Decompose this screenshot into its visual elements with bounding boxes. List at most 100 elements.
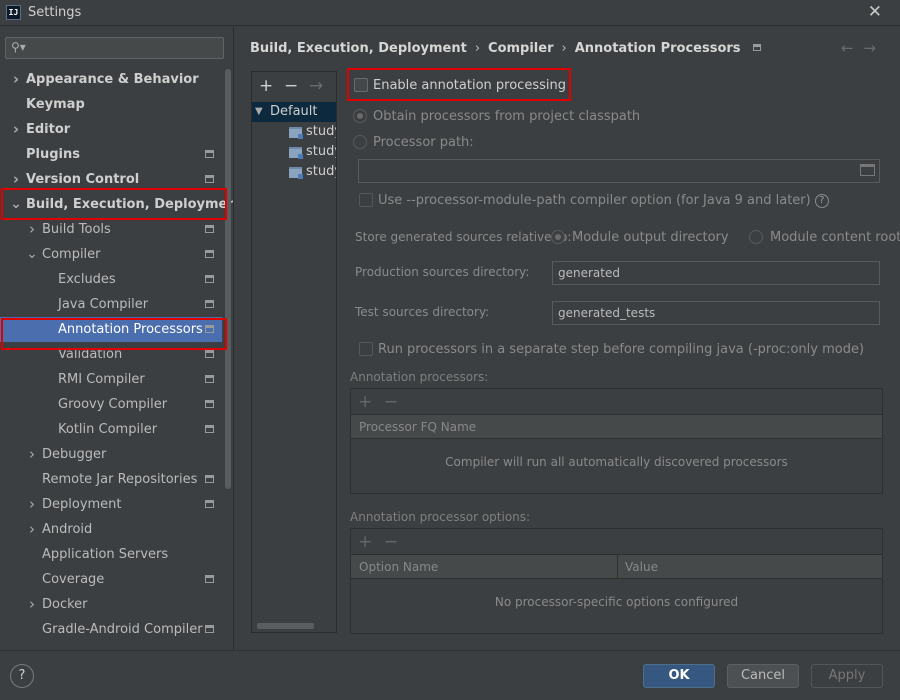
sidebar-item-label: Deployment bbox=[42, 497, 122, 512]
move-to-profile-icon[interactable]: → bbox=[309, 76, 323, 96]
breadcrumb-item[interactable]: Compiler bbox=[488, 41, 553, 56]
sidebar-item-plugins[interactable]: Plugins bbox=[0, 142, 222, 167]
column-value[interactable]: Value bbox=[625, 555, 658, 579]
chevron-right-icon[interactable]: › bbox=[26, 517, 38, 542]
test-dir-input[interactable]: generated_tests bbox=[552, 301, 880, 325]
chevron-right-icon[interactable]: › bbox=[26, 442, 38, 467]
processor-path-radio[interactable] bbox=[353, 135, 367, 149]
processor-options-table: + − Option Name Value No processor-speci… bbox=[350, 528, 883, 634]
sidebar-item-deployment[interactable]: › Deployment bbox=[0, 492, 222, 517]
chevron-right-icon[interactable]: › bbox=[26, 217, 38, 242]
add-profile-icon[interactable]: + bbox=[259, 76, 273, 96]
remove-icon[interactable]: − bbox=[384, 532, 398, 552]
apply-button[interactable]: Apply bbox=[811, 664, 883, 688]
sidebar-item-excludes[interactable]: Excludes bbox=[0, 267, 222, 292]
separate-step-label: Run processors in a separate step before… bbox=[378, 342, 865, 357]
sidebar-item-kotlin-compiler[interactable]: Kotlin Compiler bbox=[0, 417, 222, 442]
profile-module-item[interactable]: study bbox=[252, 162, 336, 182]
separate-step-checkbox[interactable] bbox=[359, 342, 373, 356]
sidebar-item-label: Build Tools bbox=[42, 222, 111, 237]
column-divider[interactable] bbox=[617, 555, 618, 578]
project-scope-icon bbox=[205, 575, 214, 583]
sidebar-item-rmi-compiler[interactable]: RMI Compiler bbox=[0, 367, 222, 392]
back-arrow-icon[interactable]: ← bbox=[841, 39, 864, 57]
cancel-button[interactable]: Cancel bbox=[727, 664, 799, 688]
forward-arrow-icon[interactable]: → bbox=[863, 39, 886, 57]
sidebar-item-java-compiler[interactable]: Java Compiler bbox=[0, 292, 222, 317]
sidebar-item-groovy-compiler[interactable]: Groovy Compiler bbox=[0, 392, 222, 417]
sidebar-item-annotation-processors[interactable]: Annotation Processors bbox=[0, 317, 222, 342]
sidebar-item-label: Debugger bbox=[42, 447, 107, 462]
project-scope-icon bbox=[205, 250, 214, 258]
close-icon[interactable]: ✕ bbox=[868, 2, 882, 22]
module-content-radio[interactable] bbox=[749, 230, 763, 244]
sidebar-item-application-servers[interactable]: Application Servers bbox=[0, 542, 222, 567]
sidebar-item-validation[interactable]: Validation bbox=[0, 342, 222, 367]
project-scope-icon bbox=[205, 375, 214, 383]
search-input[interactable]: ⚲▾ bbox=[5, 37, 224, 59]
processor-module-path-checkbox[interactable] bbox=[359, 193, 373, 207]
sidebar-item-gradle-android-compiler[interactable]: Gradle-Android Compiler bbox=[0, 617, 222, 642]
test-dir-label: Test sources directory: bbox=[355, 305, 490, 319]
folder-icon[interactable] bbox=[860, 164, 875, 176]
sidebar-item-editor[interactable]: › Editor bbox=[0, 117, 222, 142]
project-scope-icon bbox=[205, 425, 214, 433]
sidebar-item-label: Docker bbox=[42, 597, 88, 612]
chevron-right-icon[interactable]: › bbox=[10, 167, 22, 192]
chevron-down-icon[interactable]: ⌄ bbox=[26, 242, 38, 267]
sidebar-item-docker[interactable]: › Docker bbox=[0, 592, 222, 617]
sidebar-item-keymap[interactable]: Keymap bbox=[0, 92, 222, 117]
sidebar-item-label: Android bbox=[42, 522, 93, 537]
sidebar-item-coverage[interactable]: Coverage bbox=[0, 567, 222, 592]
settings-sidebar: ⚲▾ › Appearance & Behavior Keymap › Editor Pl… bbox=[0, 27, 243, 650]
sidebar-item-remote-jar-repositories[interactable]: Remote Jar Repositories bbox=[0, 467, 222, 492]
profile-module-item[interactable]: study bbox=[252, 142, 336, 162]
module-output-radio[interactable] bbox=[551, 230, 565, 244]
chevron-right-icon[interactable]: › bbox=[26, 492, 38, 517]
sidebar-item-build-tools[interactable]: › Build Tools bbox=[0, 217, 222, 242]
add-icon[interactable]: + bbox=[358, 392, 372, 412]
sidebar-item-label: RMI Compiler bbox=[58, 372, 145, 387]
sidebar-item-android[interactable]: › Android bbox=[0, 517, 222, 542]
project-scope-icon bbox=[205, 300, 214, 308]
profile-module-label: study bbox=[306, 124, 336, 139]
sidebar-item-label: Java Compiler bbox=[58, 297, 149, 312]
chevron-right-icon[interactable]: › bbox=[10, 117, 22, 142]
profile-default[interactable]: ▼ Default bbox=[252, 102, 336, 122]
profile-module-item[interactable]: study bbox=[252, 122, 336, 142]
enable-annotation-processing-label[interactable]: Enable annotation processing bbox=[373, 78, 566, 93]
remove-icon[interactable]: − bbox=[384, 392, 398, 412]
sidebar-item-appearance-behavior[interactable]: › Appearance & Behavior bbox=[0, 67, 222, 92]
help-button[interactable]: ? bbox=[10, 664, 34, 688]
add-icon[interactable]: + bbox=[358, 532, 372, 552]
chevron-right-icon[interactable]: › bbox=[10, 67, 22, 92]
sidebar-scrollbar[interactable] bbox=[225, 69, 231, 489]
help-icon[interactable]: ? bbox=[814, 194, 829, 208]
module-folder-icon bbox=[289, 127, 303, 139]
ok-button[interactable]: OK bbox=[643, 664, 715, 688]
chevron-down-icon[interactable]: ⌄ bbox=[10, 192, 22, 217]
processor-path-input[interactable] bbox=[358, 159, 880, 183]
sidebar-item-debugger[interactable]: › Debugger bbox=[0, 442, 222, 467]
sidebar-item-label: Plugins bbox=[26, 147, 80, 162]
sidebar-item-version-control[interactable]: › Version Control bbox=[0, 167, 222, 192]
sidebar-item-build-execution-deployment[interactable]: ⌄ Build, Execution, Deployment bbox=[0, 192, 243, 217]
annotation-processors-title: Annotation processors: bbox=[350, 370, 489, 384]
project-scope-icon bbox=[205, 150, 214, 158]
sidebar-item-label: Compiler bbox=[42, 247, 101, 262]
profiles-scrollbar[interactable] bbox=[257, 623, 314, 629]
column-option-name[interactable]: Option Name bbox=[359, 555, 438, 579]
obtain-from-classpath-radio[interactable] bbox=[353, 109, 367, 123]
column-processor-fq-name[interactable]: Processor FQ Name bbox=[359, 415, 476, 439]
remove-profile-icon[interactable]: − bbox=[284, 76, 298, 96]
breadcrumb-item[interactable]: Build, Execution, Deployment bbox=[250, 41, 467, 56]
project-scope-icon bbox=[205, 500, 214, 508]
sidebar-item-label: Editor bbox=[26, 122, 71, 137]
chevron-right-icon[interactable]: › bbox=[26, 592, 38, 617]
profile-modules: study study study bbox=[252, 122, 336, 182]
processors-toolbar: + − bbox=[351, 389, 882, 415]
processors-empty-text: Compiler will run all automatically disc… bbox=[445, 455, 788, 469]
sidebar-item-compiler[interactable]: ⌄ Compiler bbox=[0, 242, 222, 267]
enable-annotation-processing-checkbox[interactable] bbox=[354, 78, 368, 92]
production-dir-input[interactable]: generated bbox=[552, 261, 880, 285]
